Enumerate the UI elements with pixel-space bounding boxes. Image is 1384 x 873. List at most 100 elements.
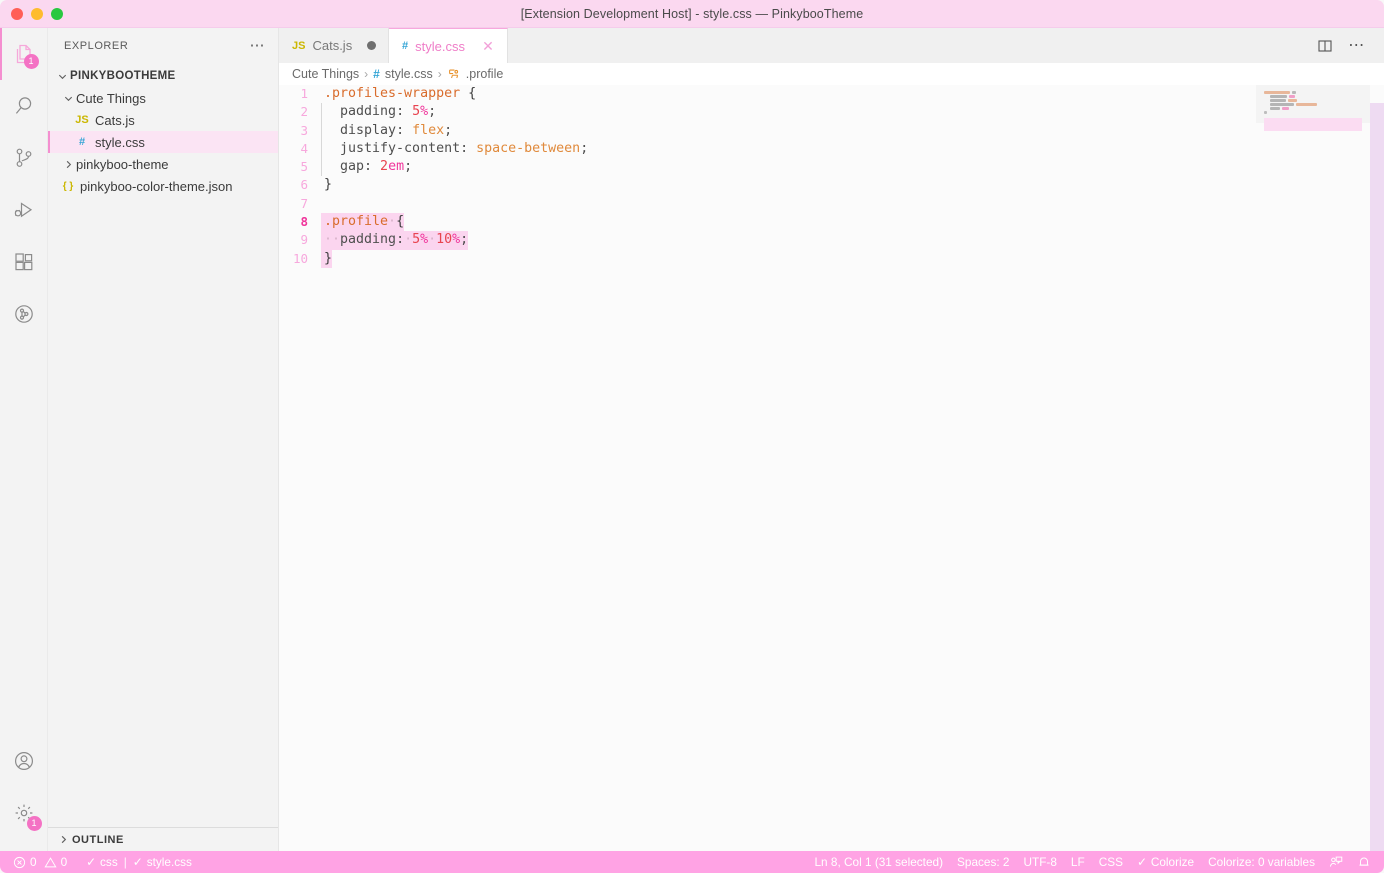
zoom-window-button[interactable]	[51, 7, 63, 20]
line-content: justify-content: space-between;	[321, 139, 588, 159]
activity-item-extensions[interactable]	[0, 236, 48, 288]
window-title: [Extension Development Host] - style.css…	[520, 6, 864, 21]
feedback-icon	[1329, 856, 1343, 867]
account-icon	[14, 752, 33, 770]
status-colorize-variables[interactable]: Colorize: 0 variables	[1201, 851, 1322, 873]
line-number: 7	[300, 195, 308, 211]
chevron-down-icon	[60, 93, 76, 104]
breadcrumb-item-symbol[interactable]: .profile	[447, 67, 503, 81]
status-label: Colorize	[1150, 855, 1195, 869]
json-icon: { }	[62, 180, 74, 192]
chevron-right-icon: ›	[437, 67, 442, 81]
run-debug-icon	[14, 202, 32, 218]
status-language-mode[interactable]: CSS	[1092, 851, 1130, 873]
activity-item-run-and-debug[interactable]	[0, 184, 48, 236]
line-number: 5	[300, 159, 308, 175]
code-line: 4 justify-content: space-between;	[279, 139, 1256, 159]
line-number: 4	[300, 140, 308, 156]
line-content: }	[324, 177, 333, 193]
extensions-icon	[14, 253, 32, 271]
status-label: css	[100, 855, 118, 869]
activity-item-accounts[interactable]	[0, 735, 48, 787]
warning-icon	[44, 856, 57, 869]
sidebar-more-actions-button[interactable]: ⋯	[246, 38, 271, 53]
code-editor[interactable]: 1 .profiles-wrapper { 2 padding: 5%; 3 d…	[279, 85, 1384, 851]
overview-ruler[interactable]	[1370, 85, 1384, 851]
minimap[interactable]	[1256, 85, 1370, 851]
status-colorize-css[interactable]: ✓ css | ✓ style.css	[74, 851, 199, 873]
activity-item-explorer[interactable]: 1	[0, 28, 48, 80]
activity-item-manage[interactable]: 1	[0, 787, 48, 839]
breadcrumb-label: style.css	[384, 67, 433, 81]
split-editor-icon	[1318, 39, 1332, 52]
activity-bar: 1 1	[0, 28, 48, 851]
bell-icon	[1359, 857, 1369, 866]
window-controls[interactable]	[0, 7, 63, 20]
more-actions-button[interactable]: ⋯	[1344, 33, 1370, 59]
status-feedback[interactable]	[1322, 851, 1350, 873]
chevron-down-icon	[54, 71, 70, 82]
check-icon: ✓	[86, 855, 97, 869]
code-line: 10 }	[279, 249, 1256, 268]
tree-item-cats-js[interactable]: JS Cats.js	[48, 109, 278, 131]
code-line: 2 padding: 5%;	[279, 103, 1256, 122]
explorer-badge: 1	[23, 54, 39, 69]
dirty-indicator-icon[interactable]	[367, 41, 377, 50]
chevron-right-icon	[60, 159, 76, 170]
close-icon[interactable]: ✕	[480, 38, 496, 54]
minimize-window-button[interactable]	[31, 7, 43, 20]
split-editor-button[interactable]	[1312, 33, 1338, 59]
tree-root-label: PINKYBOOTHEME	[70, 70, 176, 82]
file-tree: PINKYBOOTHEME Cute Things JS Cats.js # s…	[48, 63, 278, 827]
source-control-icon	[16, 148, 31, 167]
css-icon: #	[402, 40, 409, 52]
tree-root-pinkybootheme[interactable]: PINKYBOOTHEME	[48, 65, 278, 87]
code-text-area[interactable]: 1 .profiles-wrapper { 2 padding: 5%; 3 d…	[279, 85, 1256, 851]
status-problems[interactable]: 0 0	[6, 851, 74, 873]
status-eol[interactable]: LF	[1064, 851, 1092, 873]
sidebar: EXPLORER ⋯ PINKYBOOTHEME Cute Things JS …	[48, 28, 279, 851]
line-content: padding: 5%;	[321, 103, 436, 122]
line-number: 9	[300, 232, 308, 248]
tree-item-pinkyboo-color-theme-json[interactable]: { } pinkyboo-color-theme.json	[48, 175, 278, 197]
activity-item-source-control[interactable]	[0, 132, 48, 184]
line-content: display: flex;	[321, 121, 452, 140]
tree-item-style-css[interactable]: # style.css	[48, 131, 278, 153]
close-window-button[interactable]	[11, 7, 23, 20]
line-number: 1	[300, 86, 308, 101]
status-colorize[interactable]: ✓ Colorize	[1130, 851, 1201, 873]
tab-style-css[interactable]: # style.css ✕	[389, 28, 508, 63]
tab-label: Cats.js	[312, 38, 353, 53]
vscode-window: [Extension Development Host] - style.css…	[0, 0, 1384, 873]
check-icon: ✓	[1136, 855, 1147, 869]
status-notifications[interactable]	[1350, 851, 1378, 873]
status-editor-selection[interactable]: Ln 8, Col 1 (31 selected)	[807, 851, 950, 873]
breadcrumb-item-folder[interactable]: Cute Things	[292, 67, 359, 81]
activity-item-testing[interactable]	[0, 288, 48, 340]
code-line: 8 .profile·{	[279, 213, 1256, 232]
breadcrumb-label: Cute Things	[292, 67, 360, 81]
title-bar: [Extension Development Host] - style.css…	[0, 0, 1384, 28]
check-icon: ✓	[132, 855, 143, 869]
minimap-content	[1264, 91, 1362, 131]
chevron-right-icon: ›	[364, 67, 369, 81]
line-number: 3	[300, 122, 308, 138]
code-line: 3 display: flex;	[279, 121, 1256, 140]
activity-item-search[interactable]	[0, 80, 48, 132]
tab-cats-js[interactable]: JS Cats.js	[279, 28, 389, 63]
tree-item-pinkyboo-theme[interactable]: pinkyboo-theme	[48, 153, 278, 175]
beaker-icon	[14, 305, 33, 323]
workbench: 1 1 EXPLORER ⋯ PINKYBOOTHEME Cute Things…	[0, 28, 1384, 851]
status-encoding[interactable]: UTF-8	[1016, 851, 1063, 873]
tree-item-cute-things[interactable]: Cute Things	[48, 87, 278, 109]
outline-section-header[interactable]: OUTLINE	[48, 827, 278, 851]
line-number: 8	[300, 214, 308, 230]
status-indentation[interactable]: Spaces: 2	[950, 851, 1016, 873]
css-icon: #	[78, 136, 86, 148]
breadcrumb-item-file[interactable]: # style.css	[373, 67, 433, 81]
line-content: }	[321, 249, 333, 268]
editor-group: JS Cats.js # style.css ✕ ⋯ Cute Things ›…	[279, 28, 1384, 851]
line-content: ··padding:·5%·10%;	[321, 231, 469, 250]
breadcrumb: Cute Things › # style.css › .profile	[279, 63, 1384, 85]
chevron-right-icon	[54, 834, 72, 845]
